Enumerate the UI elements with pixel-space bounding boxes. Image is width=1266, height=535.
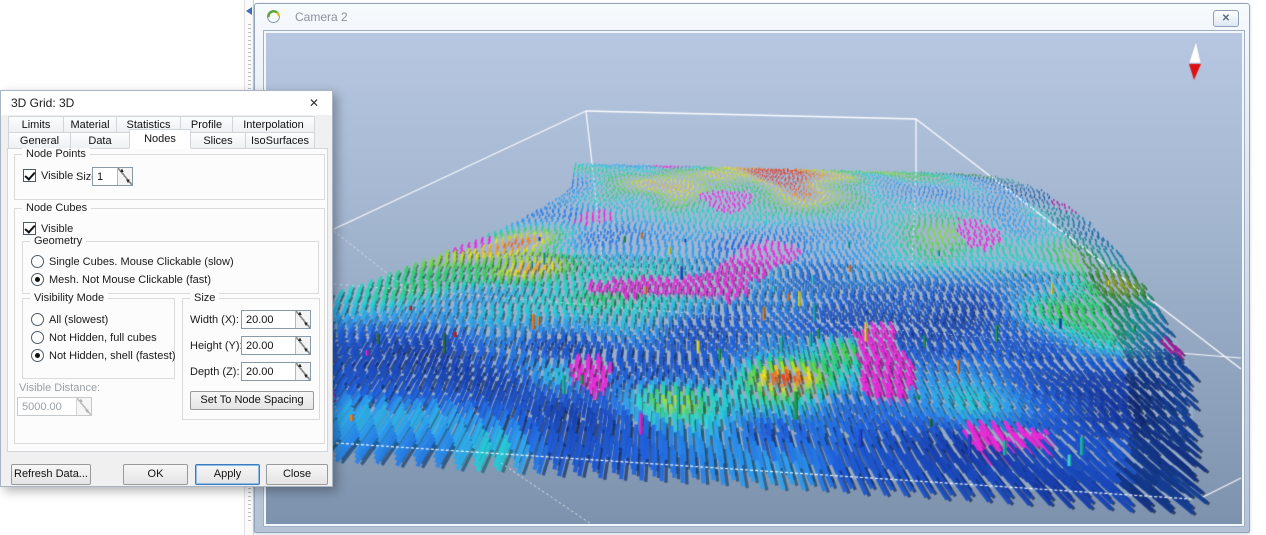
spinner-icon: ▲ ▼ [76,398,91,415]
width-x-label: Width (X): [190,314,239,326]
collapse-arrow-icon[interactable] [246,7,252,15]
camera-window-title: Camera 2 [295,10,348,24]
geometry-legend: Geometry [30,235,87,247]
visibility-all-label: All (slowest) [49,314,109,326]
node-points-legend: Node Points [22,148,90,160]
visibility-mode-group: Visibility Mode All (slowest) Not Hidden… [22,292,176,379]
camera-titlebar[interactable]: Camera 2 ✕ [255,4,1249,30]
height-y-label: Height (Y): [190,340,243,352]
geometry-single-cubes-label: Single Cubes. Mouse Clickable (slow) [49,256,234,268]
geometry-mesh-label: Mesh. Not Mouse Clickable (fast) [49,274,211,286]
dialog-title: 3D Grid: 3D [11,96,75,110]
node-points-visible-label: Visible [41,170,74,182]
spinner-icon[interactable]: ▲ ▼ [117,168,132,185]
dialog-titlebar[interactable]: 3D Grid: 3D ✕ [1,91,332,115]
height-y-input[interactable]: 20.00 ▲ ▼ [241,336,311,355]
geometry-single-cubes-radio[interactable] [31,255,44,268]
geometry-group: Geometry Single Cubes. Mouse Clickable (… [22,235,319,294]
3d-scene-canvas[interactable] [266,33,1242,524]
refresh-data-button[interactable]: Refresh Data... [11,464,91,485]
close-button[interactable]: Close [266,464,328,485]
camera-app-icon [266,9,281,24]
node-cubes-visible-checkbox[interactable] [23,222,36,235]
node-points-size-input[interactable]: 1 ▲ ▼ [92,167,133,186]
grid-dialog: 3D Grid: 3D ✕ Limits Material Statistics… [0,90,333,487]
set-to-node-spacing-button[interactable]: Set To Node Spacing [190,391,314,410]
size-legend: Size [190,292,220,304]
close-icon: ✕ [1221,13,1231,24]
tab-isosurfaces[interactable]: IsoSurfaces [245,132,315,149]
visible-distance-input: 5000.00 ▲ ▼ [17,397,92,416]
close-icon: ✕ [308,96,320,110]
apply-button[interactable]: Apply [195,464,260,485]
spinner-icon[interactable]: ▲ ▼ [295,311,310,328]
tab-slices[interactable]: Slices [190,132,246,149]
camera-close-button[interactable]: ✕ [1213,10,1239,27]
visibility-shell-label: Not Hidden, shell (fastest) [49,350,176,362]
ok-button[interactable]: OK [123,464,188,485]
geometry-mesh-radio[interactable] [31,273,44,286]
tab-general[interactable]: General [8,132,71,149]
spinner-icon[interactable]: ▲ ▼ [295,337,310,354]
visibility-full-cubes-radio[interactable] [31,331,44,344]
camera-window: Camera 2 ✕ [254,3,1250,533]
node-points-visible-checkbox[interactable] [23,169,36,182]
size-group: Size Width (X): 20.00 ▲ ▼ Height (Y): 20.… [182,292,320,420]
tab-limits[interactable]: Limits [8,116,64,133]
desktop: Camera 2 ✕ 3D Grid: 3D ✕ Limits Material… [0,0,1266,535]
width-x-input[interactable]: 20.00 ▲ ▼ [241,310,311,329]
node-cubes-group: Node Cubes Visible Geometry Single Cubes… [14,202,325,444]
tab-interpolation[interactable]: Interpolation [232,116,315,133]
tab-strip: Limits Material Statistics Profile Inter… [8,116,319,149]
node-points-group: Node Points Visible Size: 1 ▲ ▼ [14,148,325,200]
visible-distance-label: Visible Distance: [19,382,101,394]
depth-z-label: Depth (Z): [190,366,240,378]
tab-nodes[interactable]: Nodes [129,129,191,149]
visibility-mode-legend: Visibility Mode [30,292,109,304]
visibility-all-radio[interactable] [31,313,44,326]
dialog-close-button[interactable]: ✕ [306,95,322,111]
tab-material[interactable]: Material [63,116,117,133]
3d-viewport[interactable] [263,30,1245,527]
visibility-shell-radio[interactable] [31,349,44,362]
node-cubes-legend: Node Cubes [22,202,92,214]
tab-data[interactable]: Data [70,132,130,149]
depth-z-input[interactable]: 20.00 ▲ ▼ [241,362,311,381]
node-cubes-visible-label: Visible [41,223,74,235]
spinner-icon[interactable]: ▲ ▼ [295,363,310,380]
visibility-full-cubes-label: Not Hidden, full cubes [49,332,157,344]
